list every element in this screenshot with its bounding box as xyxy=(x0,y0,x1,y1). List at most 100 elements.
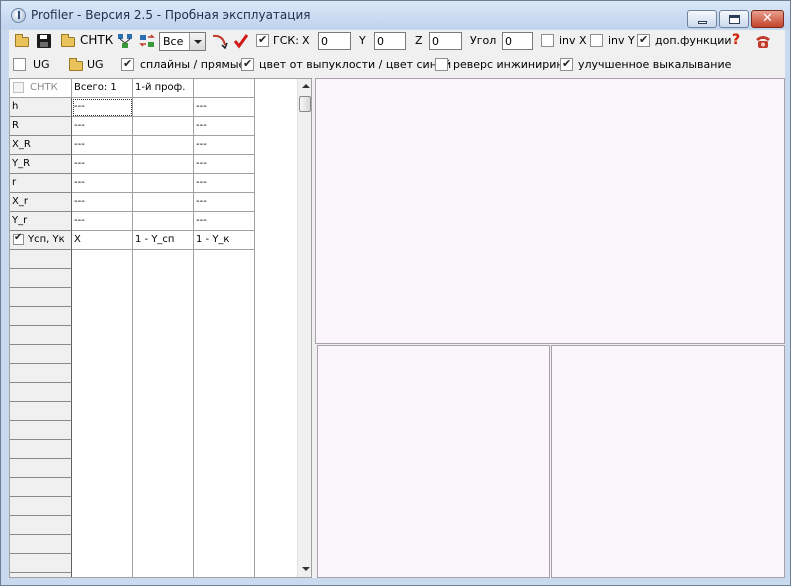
scroll-up-arrow-icon[interactable] xyxy=(298,79,311,94)
row-header-cell[interactable] xyxy=(10,478,72,497)
table-cell[interactable]: --- xyxy=(194,136,255,155)
table-cell[interactable]: --- xyxy=(72,193,133,212)
table-cell[interactable] xyxy=(133,136,194,155)
table-cell[interactable]: --- xyxy=(72,117,133,136)
table-cell[interactable] xyxy=(133,98,194,117)
table-cell[interactable]: 1 - Y_к xyxy=(194,231,255,250)
improved-puncturing-checkbox[interactable] xyxy=(560,57,573,71)
table-cell[interactable]: --- xyxy=(72,136,133,155)
table-row: Y_r --- --- xyxy=(10,212,298,231)
row-header-cell[interactable] xyxy=(10,364,72,383)
table-cell[interactable]: --- xyxy=(72,98,133,117)
ycp-yk-checkbox[interactable] xyxy=(13,232,24,245)
chevron-down-icon[interactable] xyxy=(189,33,205,50)
checkmark-icon[interactable] xyxy=(233,33,249,49)
extra-functions-checkbox[interactable] xyxy=(637,33,650,47)
table-cell[interactable]: --- xyxy=(72,174,133,193)
app-window: Profiler - Версия 2.5 - Пробная эксплуат… xyxy=(0,0,791,586)
color-convexity-checkbox[interactable] xyxy=(241,57,254,71)
main-toolbar: СНТК Все ГСК: X 0 Y 0 xyxy=(9,30,785,52)
title-bar[interactable]: Profiler - Версия 2.5 - Пробная эксплуат… xyxy=(1,1,790,29)
table-cell[interactable]: 1 - Y_сп xyxy=(133,231,194,250)
help-icon[interactable]: ? xyxy=(732,32,740,48)
table-cell[interactable]: --- xyxy=(72,155,133,174)
row-header-cell[interactable] xyxy=(10,345,72,364)
ug-folder-icon[interactable] xyxy=(69,58,83,71)
table-cell[interactable]: --- xyxy=(194,98,255,117)
row-header-cell[interactable] xyxy=(10,554,72,573)
row-name-X_R[interactable]: X_R xyxy=(10,136,72,155)
invx-checkbox[interactable] xyxy=(541,34,554,47)
ycp-yk-label: Yсп, Yк xyxy=(28,234,65,245)
row-name-h[interactable]: h xyxy=(10,98,72,117)
row-header-cell[interactable] xyxy=(10,535,72,554)
invy-checkbox[interactable] xyxy=(590,34,603,47)
open-chtk-folder-icon[interactable] xyxy=(61,34,75,47)
table-cell[interactable]: X xyxy=(72,231,133,250)
row-header-cell[interactable] xyxy=(10,440,72,459)
table-cell[interactable] xyxy=(133,193,194,212)
row-name-Y_R[interactable]: Y_R xyxy=(10,155,72,174)
phone-icon[interactable] xyxy=(754,33,772,49)
y-input[interactable]: 0 xyxy=(374,32,406,50)
row-header-cell[interactable] xyxy=(10,516,72,535)
ug-checkbox[interactable] xyxy=(13,58,26,71)
chtk-header-checkbox[interactable] xyxy=(13,82,24,93)
maximize-button[interactable] xyxy=(719,10,749,28)
x-input[interactable]: 0 xyxy=(318,32,351,50)
save-disk-icon[interactable] xyxy=(37,34,51,48)
grid-vertical-scrollbar[interactable] xyxy=(297,79,311,577)
table-cell[interactable]: --- xyxy=(194,155,255,174)
row-header-cell[interactable] xyxy=(10,250,72,269)
row-header-cell[interactable] xyxy=(10,402,72,421)
reverse-engineering-checkbox[interactable] xyxy=(435,58,448,71)
table-row: X_R --- --- xyxy=(10,136,298,155)
tree-structure-icon[interactable] xyxy=(117,33,133,49)
swap-arrows-icon[interactable] xyxy=(139,33,155,49)
bottom-right-plot-canvas[interactable] xyxy=(551,345,785,578)
row-header-cell[interactable] xyxy=(10,573,72,577)
gsk-checkbox[interactable] xyxy=(256,33,269,47)
row-name-ycp-yk[interactable]: Yсп, Yк xyxy=(10,231,72,250)
bottom-left-plot-canvas[interactable] xyxy=(317,345,550,578)
table-cell[interactable]: --- xyxy=(72,212,133,231)
minimize-button[interactable] xyxy=(687,10,717,28)
row-header-cell[interactable] xyxy=(10,459,72,478)
row-name-R[interactable]: R xyxy=(10,117,72,136)
table-cell[interactable]: --- xyxy=(194,212,255,231)
chtk-open-label[interactable]: СНТК xyxy=(80,33,113,47)
row-header-cell[interactable] xyxy=(10,288,72,307)
x-label: X xyxy=(302,34,310,47)
close-button[interactable]: ✕ xyxy=(751,10,784,28)
table-cell[interactable] xyxy=(133,174,194,193)
open-folder-icon[interactable] xyxy=(15,34,29,47)
profile-filter-select[interactable]: Все xyxy=(159,32,206,51)
row-header-cell[interactable] xyxy=(10,383,72,402)
row-header-cell[interactable] xyxy=(10,421,72,440)
row-name-r[interactable]: r xyxy=(10,174,72,193)
row-header-cell[interactable] xyxy=(10,307,72,326)
angle-input[interactable]: 0 xyxy=(502,32,533,50)
table-cell[interactable]: --- xyxy=(194,193,255,212)
row-name-Y_r[interactable]: Y_r xyxy=(10,212,72,231)
table-cell[interactable] xyxy=(133,212,194,231)
row-header-cell[interactable] xyxy=(10,497,72,516)
scroll-thumb[interactable] xyxy=(299,96,311,112)
row-name-X_r[interactable]: X_r xyxy=(10,193,72,212)
profile-plot-canvas[interactable] xyxy=(315,78,785,344)
header-empty[interactable] xyxy=(194,79,255,98)
curve-arrow-icon[interactable] xyxy=(211,33,229,49)
row-header-cell[interactable] xyxy=(10,269,72,288)
row-header-cell[interactable] xyxy=(10,326,72,345)
header-total[interactable]: Всего: 1 xyxy=(72,79,133,98)
ug-button-label[interactable]: UG xyxy=(87,58,104,71)
table-cell[interactable]: --- xyxy=(194,117,255,136)
splines-checkbox[interactable] xyxy=(121,57,134,71)
chtk-header-cell[interactable]: СНТК xyxy=(10,79,72,98)
header-first-profile[interactable]: 1-й проф. xyxy=(133,79,194,98)
table-cell[interactable] xyxy=(133,117,194,136)
z-input[interactable]: 0 xyxy=(429,32,462,50)
table-cell[interactable]: --- xyxy=(194,174,255,193)
table-cell[interactable] xyxy=(133,155,194,174)
scroll-down-arrow-icon[interactable] xyxy=(298,562,311,577)
